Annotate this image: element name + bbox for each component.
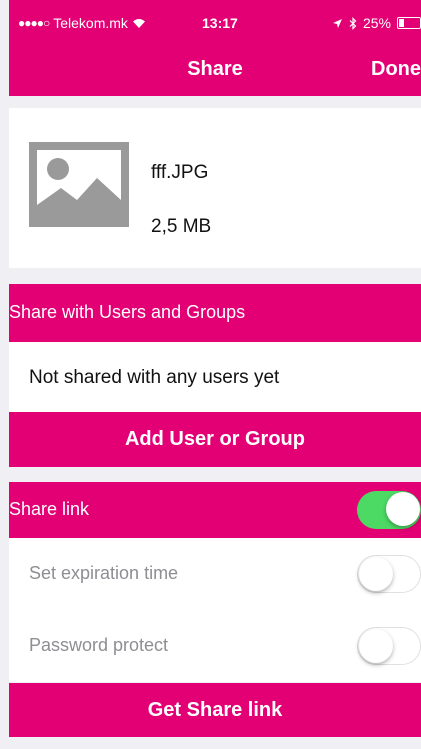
status-bar: ●●●●○ Telekom.mk 13:17 25% [9,0,421,44]
expiration-label: Set expiration time [29,563,179,583]
toggle-knob [359,629,393,663]
password-label: Password protect [29,635,169,655]
file-card: fff.JPG 2,5 MB [9,108,421,268]
wifi-icon [132,18,145,28]
battery-percent: 25% [362,15,391,31]
users-section-header: Share with Users and Groups [9,284,421,342]
toggle-knob [386,492,420,526]
expiration-toggle[interactable] [357,555,421,593]
password-option-row: Password protect [9,610,421,682]
share-link-label: Share link [9,499,90,519]
signal-icon: ●●●●○ [18,16,50,30]
status-time: 13:17 [202,15,238,31]
add-user-or-group-button[interactable]: Add User or Group [9,412,421,467]
expiration-option-row: Set expiration time [9,538,421,610]
page-title: Share [187,58,243,80]
file-name: fff.JPG [151,162,209,183]
carrier-name: Telekom.mk [53,15,128,31]
navigation-bar: Share Done [9,44,421,96]
file-size: 2,5 MB [151,216,212,237]
battery-fill [399,19,404,27]
bluetooth-icon [349,16,357,30]
users-section-title: Share with Users and Groups [9,302,246,322]
location-icon [332,18,342,28]
share-link-toggle[interactable] [357,491,421,529]
not-shared-row: Not shared with any users yet [9,342,421,412]
status-right: 25% [332,15,421,31]
toggle-knob [359,557,393,591]
get-share-link-button[interactable]: Get Share link [9,683,421,737]
status-left: ●●●●○ Telekom.mk [18,15,146,31]
done-button[interactable]: Done [371,58,421,81]
share-link-header: Share link [9,482,421,538]
password-toggle[interactable] [357,627,421,665]
battery-icon [397,17,421,29]
not-shared-text: Not shared with any users yet [29,367,280,388]
image-placeholder-icon [29,142,129,227]
